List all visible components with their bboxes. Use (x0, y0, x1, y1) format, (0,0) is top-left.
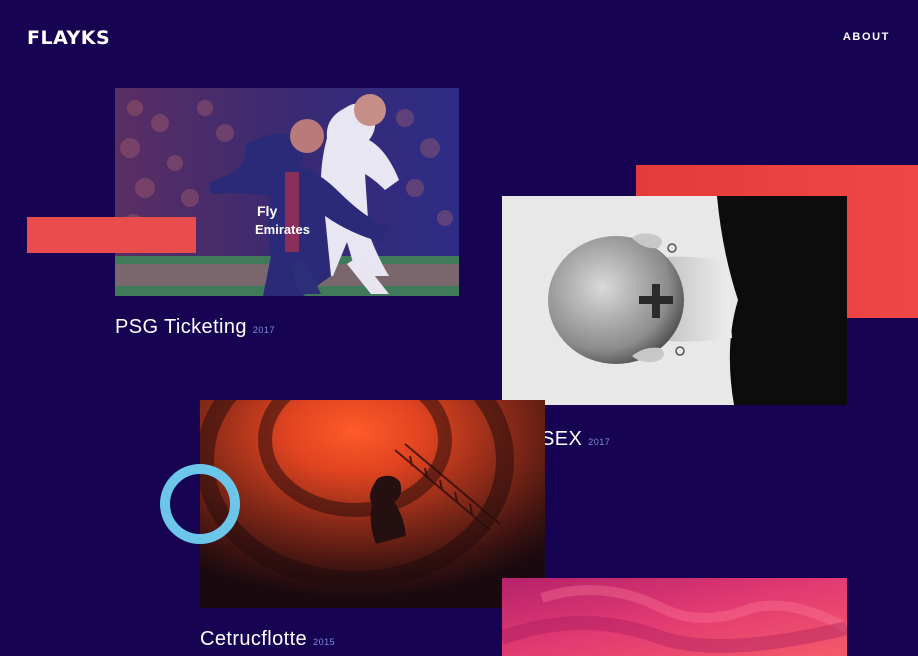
project-image-4thsex[interactable] (502, 196, 847, 405)
project-title: Cetrucflotte (200, 628, 308, 650)
tunnel-orange-photo (200, 400, 545, 608)
shaved-head-tattoo-photo (502, 196, 847, 405)
project-image-pink-abstract[interactable] (502, 578, 847, 656)
portfolio-page: FLAYKS ABOUT Fly Emirates PSG Ticketing … (0, 0, 918, 656)
project-title: PSG Ticketing (115, 316, 247, 338)
project-caption-psg-ticketing[interactable]: PSG Ticketing 2017 (115, 316, 275, 339)
site-logo[interactable]: FLAYKS (27, 28, 110, 48)
cyan-ring-decoration (158, 462, 242, 546)
football-players-photo: Fly Emirates (115, 88, 459, 296)
project-caption-cetrucflotte[interactable]: Cetrucflotte 2015 (200, 628, 335, 651)
nav-about-link[interactable]: ABOUT (843, 30, 890, 44)
pink-abstract-photo (502, 578, 847, 656)
svg-text:Fly: Fly (257, 203, 277, 219)
project-year: 2017 (588, 437, 611, 447)
project-year: 2015 (313, 637, 336, 647)
red-accent-bar-left (27, 217, 196, 253)
project-image-cetrucflotte[interactable] (200, 400, 545, 608)
svg-text:Emirates: Emirates (255, 222, 310, 237)
project-year: 2017 (252, 325, 275, 335)
project-image-psg-ticketing[interactable]: Fly Emirates (115, 88, 459, 296)
